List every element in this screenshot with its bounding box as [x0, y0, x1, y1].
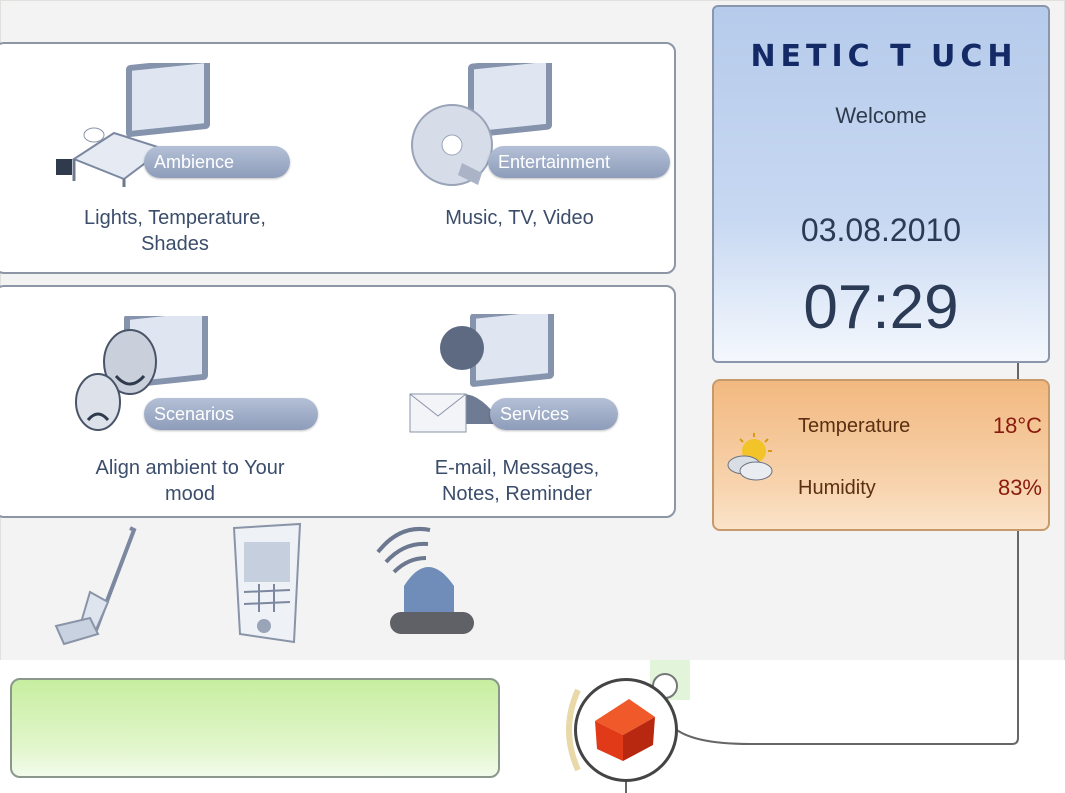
connector-lines	[566, 363, 1019, 793]
red-house-icon	[595, 699, 655, 761]
home-button[interactable]	[574, 678, 678, 782]
